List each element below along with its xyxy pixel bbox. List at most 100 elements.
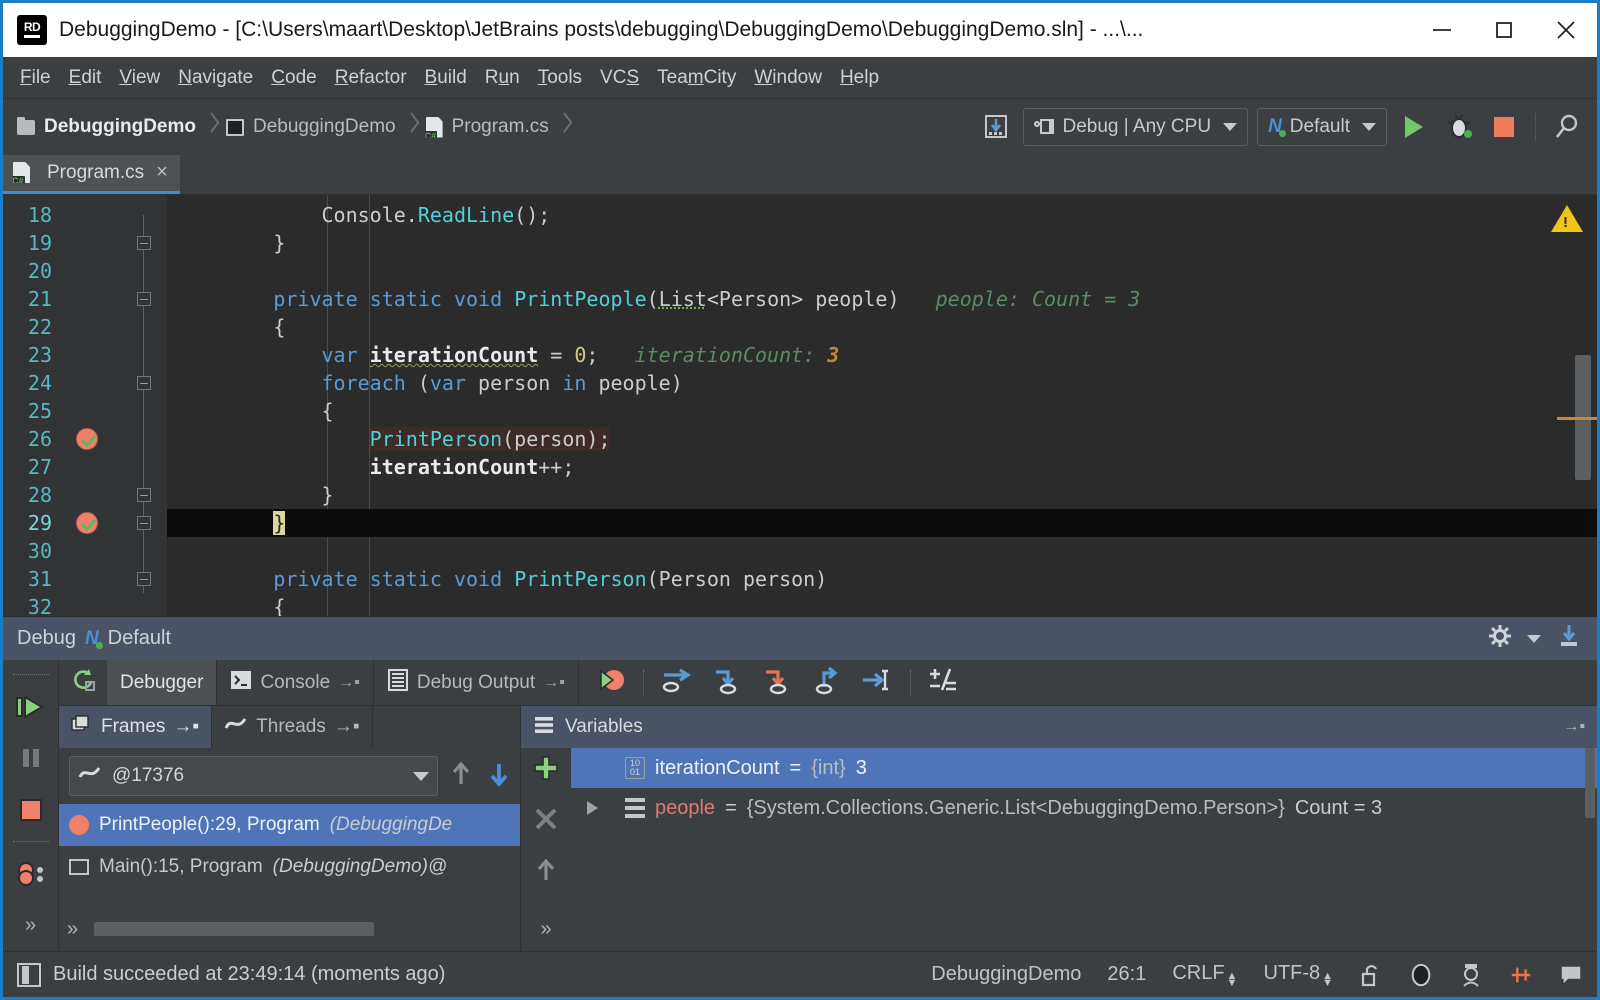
- minimize-button[interactable]: [1411, 3, 1473, 57]
- code-folding-gutter[interactable]: [119, 195, 167, 616]
- variable-row[interactable]: people = {System.Collections.Generic.Lis…: [571, 788, 1597, 828]
- step-over-icon[interactable]: [660, 665, 694, 701]
- frame-list-item[interactable]: PrintPeople():29, Program (DebuggingDe: [59, 804, 520, 846]
- export-icon[interactable]: [1555, 622, 1583, 655]
- code-line[interactable]: }: [167, 481, 1597, 509]
- gear-icon[interactable]: [1487, 623, 1513, 654]
- close-button[interactable]: [1535, 3, 1597, 57]
- breadcrumb-solution[interactable]: DebuggingDemo: [17, 116, 196, 138]
- build-status-message[interactable]: Build succeeded at 23:49:14 (moments ago…: [53, 963, 445, 986]
- variables-scrollbar[interactable]: [1585, 748, 1595, 818]
- breadcrumb-file[interactable]: Program.cs: [426, 116, 549, 138]
- search-everywhere-button[interactable]: [1549, 109, 1585, 145]
- close-x-icon[interactable]: [532, 805, 560, 838]
- fold-toggle[interactable]: [137, 376, 151, 390]
- refresh-icon[interactable]: [69, 666, 97, 700]
- circle-icon[interactable]: [1409, 963, 1433, 987]
- breakpoint-icon[interactable]: [76, 428, 98, 450]
- sync-icon[interactable]: [1509, 963, 1533, 987]
- chevron-down-icon[interactable]: [1527, 635, 1541, 643]
- frames-horizontal-scrollbar[interactable]: [94, 922, 374, 936]
- breakpoint-icon[interactable]: [76, 512, 98, 534]
- frame-list-item[interactable]: Main():15, Program (DebuggingDemo)@: [59, 846, 520, 888]
- code-editor[interactable]: 181920212223242526272829303132 Console.R…: [3, 195, 1597, 616]
- expand-panel-icon[interactable]: →▪: [1563, 718, 1585, 736]
- code-line[interactable]: PrintPerson(person);: [167, 425, 1597, 453]
- warning-triangle-icon[interactable]: [1551, 205, 1583, 232]
- code-line[interactable]: }: [167, 229, 1597, 257]
- menu-file[interactable]: File: [11, 64, 60, 92]
- menu-vcs[interactable]: VCS: [591, 64, 648, 92]
- menu-view[interactable]: View: [110, 64, 169, 92]
- breadcrumb-project[interactable]: DebuggingDemo: [226, 116, 396, 138]
- step-into-icon[interactable]: [710, 665, 744, 701]
- code-content[interactable]: Console.ReadLine(); } private static voi…: [167, 195, 1597, 616]
- unlocked-icon[interactable]: [1359, 963, 1383, 987]
- fold-toggle[interactable]: [137, 516, 151, 530]
- tab-console[interactable]: Console →▪: [217, 660, 373, 705]
- menu-refactor[interactable]: Refactor: [326, 64, 416, 92]
- breakpoint-gutter[interactable]: [61, 195, 119, 616]
- tab-program-cs[interactable]: Program.cs ×: [3, 154, 180, 194]
- view-breakpoints-button[interactable]: [8, 848, 54, 899]
- code-line[interactable]: private static void PrintPerson(Person p…: [167, 565, 1597, 593]
- variable-row[interactable]: 1001iterationCount = {int} 3: [571, 748, 1597, 788]
- detach-icon[interactable]: →▪: [338, 674, 360, 692]
- inspector-icon[interactable]: [1459, 963, 1483, 987]
- configuration-selector[interactable]: Debug | Any CPU: [1023, 108, 1248, 146]
- menu-code[interactable]: Code: [262, 64, 325, 92]
- code-line[interactable]: private static void PrintPeople(List<Per…: [167, 285, 1597, 313]
- arrow-up-icon[interactable]: [532, 856, 560, 889]
- thread-selector[interactable]: @17376: [69, 756, 438, 796]
- chevron-right-double-icon[interactable]: »: [67, 918, 78, 941]
- status-caret-position[interactable]: 26:1: [1107, 963, 1146, 986]
- fold-toggle[interactable]: [137, 236, 151, 250]
- close-icon[interactable]: ×: [156, 161, 168, 184]
- tab-debugger[interactable]: Debugger: [107, 660, 217, 705]
- menu-tools[interactable]: Tools: [529, 64, 591, 92]
- detach-icon[interactable]: →▪: [173, 716, 199, 738]
- status-encoding[interactable]: UTF-8▲▼: [1263, 962, 1333, 987]
- code-line[interactable]: Console.ReadLine();: [167, 201, 1597, 229]
- tab-threads[interactable]: Threads →▪: [212, 706, 372, 748]
- menu-navigate[interactable]: Navigate: [169, 64, 262, 92]
- evaluate-icon[interactable]: [927, 665, 959, 701]
- fold-toggle[interactable]: [137, 488, 151, 502]
- more-button[interactable]: »: [8, 900, 54, 951]
- step-out-icon[interactable]: [810, 665, 844, 701]
- force-step-into-icon[interactable]: [760, 665, 794, 701]
- plus-icon[interactable]: [532, 754, 560, 787]
- menu-run[interactable]: Run: [476, 64, 529, 92]
- detach-icon[interactable]: →▪: [334, 716, 360, 738]
- code-line[interactable]: foreach (var person in people): [167, 369, 1597, 397]
- stop-button[interactable]: [8, 784, 54, 835]
- status-line-separator[interactable]: CRLF▲▼: [1172, 962, 1237, 987]
- run-button[interactable]: [1396, 109, 1432, 145]
- code-line[interactable]: {: [167, 313, 1597, 341]
- arrow-down-icon[interactable]: [484, 759, 514, 794]
- fold-toggle[interactable]: [137, 292, 151, 306]
- pause-program-button[interactable]: [8, 733, 54, 784]
- code-line[interactable]: iterationCount++;: [167, 453, 1597, 481]
- chevron-right-double-icon[interactable]: »: [540, 918, 551, 941]
- menu-help[interactable]: Help: [831, 64, 888, 92]
- resume-program-button[interactable]: [8, 681, 54, 732]
- maximize-button[interactable]: [1473, 3, 1535, 57]
- code-line[interactable]: {: [167, 593, 1597, 616]
- arrow-up-icon[interactable]: [446, 759, 476, 794]
- save-all-icon[interactable]: [978, 109, 1014, 145]
- menu-window[interactable]: Window: [745, 64, 831, 92]
- code-line[interactable]: var iterationCount = 0; iterationCount: …: [167, 341, 1597, 369]
- code-line[interactable]: }: [167, 509, 1597, 537]
- code-line[interactable]: {: [167, 397, 1597, 425]
- tab-debug-output[interactable]: Debug Output →▪: [374, 660, 579, 705]
- expand-arrow-icon[interactable]: [587, 801, 598, 815]
- tab-frames[interactable]: Frames →▪: [59, 706, 212, 748]
- code-line[interactable]: [167, 537, 1597, 565]
- stop-button[interactable]: [1486, 109, 1522, 145]
- fold-toggle[interactable]: [137, 572, 151, 586]
- debug-button[interactable]: [1441, 109, 1477, 145]
- menu-teamcity[interactable]: TeamCity: [648, 64, 745, 92]
- variables-list[interactable]: 1001iterationCount = {int} 3people = {Sy…: [571, 748, 1597, 951]
- detach-icon[interactable]: →▪: [543, 674, 565, 692]
